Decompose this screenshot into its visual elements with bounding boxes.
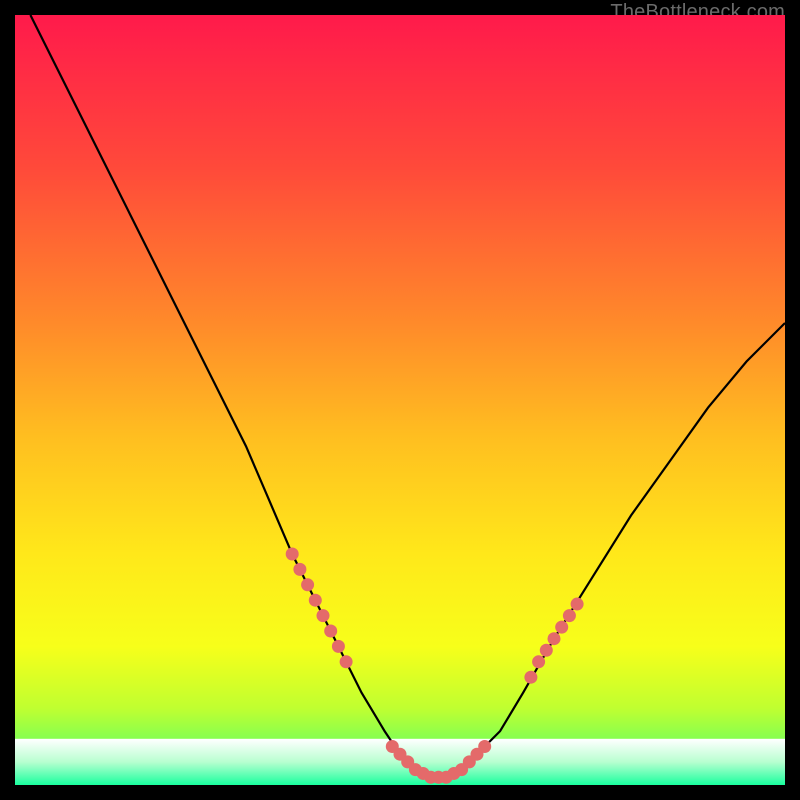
data-marker — [555, 621, 568, 634]
data-marker — [332, 640, 345, 653]
data-marker — [324, 625, 337, 638]
data-marker — [301, 578, 314, 591]
data-marker — [548, 632, 561, 645]
bottom-band — [15, 739, 785, 785]
data-marker — [293, 563, 306, 576]
chart-frame: TheBottleneck.com — [15, 15, 785, 785]
data-marker — [563, 609, 576, 622]
data-marker — [478, 740, 491, 753]
data-marker — [286, 548, 299, 561]
data-marker — [571, 598, 584, 611]
data-marker — [340, 655, 353, 668]
data-marker — [532, 655, 545, 668]
data-marker — [524, 671, 537, 684]
data-marker — [309, 594, 322, 607]
data-marker — [540, 644, 553, 657]
gradient-background — [15, 15, 785, 785]
data-marker — [317, 609, 330, 622]
chart-svg — [15, 15, 785, 785]
